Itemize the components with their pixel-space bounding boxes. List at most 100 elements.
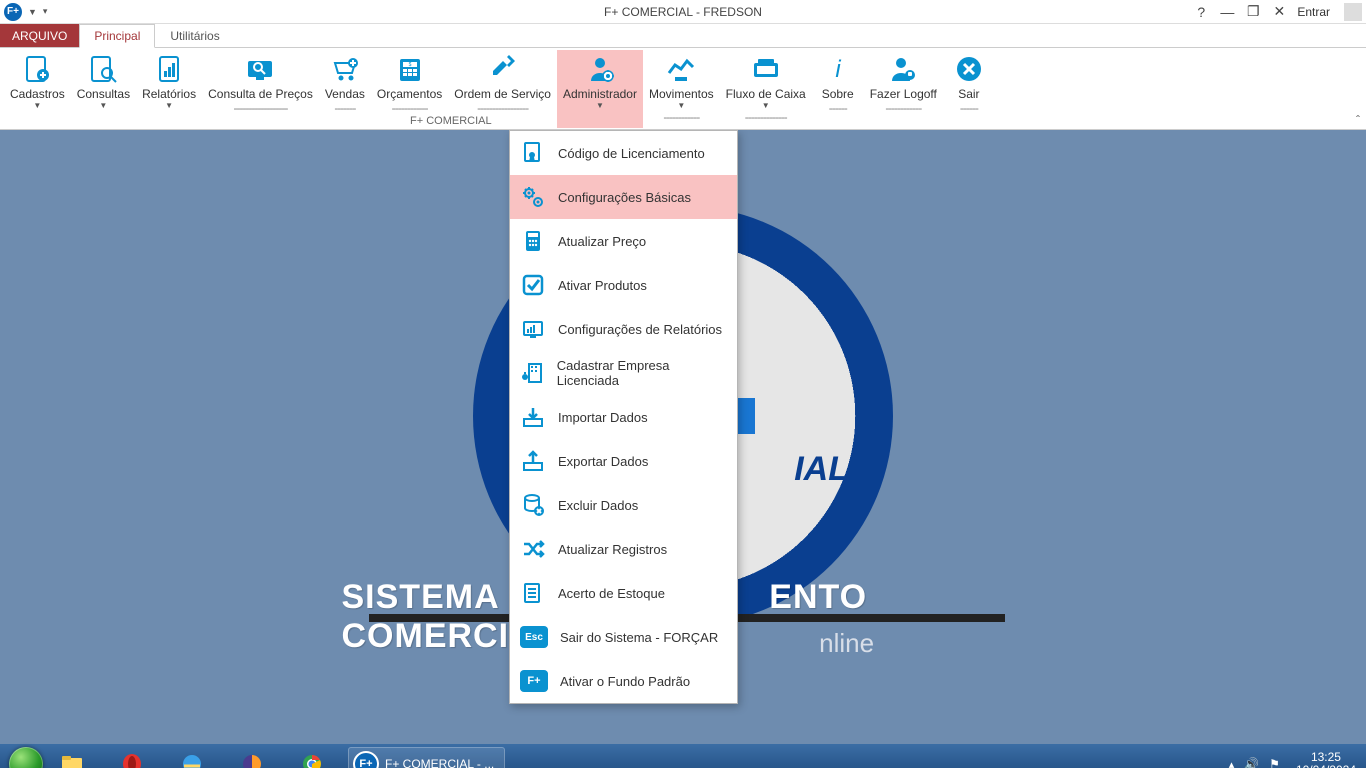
check-icon: [520, 272, 546, 298]
menu-item-ativar-o-fundo-padr-o[interactable]: F+Ativar o Fundo Padrão: [510, 659, 737, 703]
chevron-down-icon: ▼: [677, 101, 685, 110]
ribbon-label: Ordem de Serviço: [454, 88, 551, 101]
export-icon: [520, 448, 546, 474]
cert-icon: [520, 140, 546, 166]
vendas-icon: [325, 52, 365, 86]
menu-item-ativar-produtos[interactable]: Ativar Produtos: [510, 263, 737, 307]
ribbon-label: Vendas: [325, 88, 365, 101]
report-icon: [520, 316, 546, 342]
ribbon-separator: ------------: [392, 101, 428, 115]
tray-date: 10/04/2024: [1296, 764, 1356, 768]
ribbon-label: Administrador: [563, 88, 637, 101]
menu-item-excluir-dados[interactable]: Excluir Dados: [510, 483, 737, 527]
ribbon-label: Consultas: [77, 88, 130, 101]
ribbon-fazer-logoff[interactable]: Fazer Logoff------------: [864, 50, 943, 128]
ribbon-separator: -----------------: [477, 101, 528, 115]
ribbon-vendas[interactable]: Vendas-------: [319, 50, 371, 128]
menu-item-label: Exportar Dados: [558, 454, 648, 469]
tray-overflow-icon[interactable]: ▴: [1229, 758, 1235, 768]
ribbon-movimentos[interactable]: Movimentos▼------------: [643, 50, 720, 128]
taskbar-app-button[interactable]: F+ F+ COMERCIAL - ...: [348, 747, 505, 768]
windows-orb-icon: [9, 747, 43, 768]
shuffle-icon: [520, 536, 546, 562]
ribbon-separator: ------------------: [234, 101, 288, 115]
taskbar-firefox-icon[interactable]: [228, 746, 276, 768]
taskbar-explorer-icon[interactable]: [48, 746, 96, 768]
menu-item-atualizar-pre-o[interactable]: Atualizar Preço: [510, 219, 737, 263]
logo-text-fragment: IAL: [794, 450, 849, 489]
menu-item-configura-es-b-sicas[interactable]: Configurações Básicas: [510, 175, 737, 219]
menu-item-c-digo-de-licenciamento[interactable]: Código de Licenciamento: [510, 131, 737, 175]
tray-clock[interactable]: 13:25 10/04/2024: [1290, 751, 1362, 768]
ribbon-consultas[interactable]: Consultas▼: [71, 50, 136, 128]
sair-icon: [949, 52, 989, 86]
ribbon-label: Orçamentos: [377, 88, 442, 101]
svg-text:i: i: [835, 56, 841, 83]
ribbon-fluxo-de-caixa[interactable]: Fluxo de Caixa▼--------------: [720, 50, 812, 128]
admin-icon: [580, 52, 620, 86]
menu-item-acerto-de-estoque[interactable]: Acerto de Estoque: [510, 571, 737, 615]
menu-item-cadastrar-empresa-licenciada[interactable]: Cadastrar Empresa Licenciada: [510, 351, 737, 395]
taskbar-chrome-icon[interactable]: [288, 746, 336, 768]
taskbar-ie-icon[interactable]: [168, 746, 216, 768]
close-button[interactable]: ✕: [1271, 3, 1287, 20]
tab-utilitarios[interactable]: Utilitários: [155, 24, 234, 47]
tray-volume-icon[interactable]: 🔊: [1244, 757, 1259, 768]
orcamentos-icon: $: [390, 52, 430, 86]
ribbon-separator: ------------: [885, 101, 921, 115]
title-bar: F+ ▼ ▾ F+ COMERCIAL - FREDSON ? — ❐ ✕ En…: [0, 0, 1366, 24]
ribbon-administrador[interactable]: Administrador▼: [557, 50, 643, 128]
company-icon: [520, 360, 545, 386]
ribbon-separator: -------: [334, 101, 355, 115]
sobre-icon: i: [818, 52, 858, 86]
menu-item-configura-es-de-relat-rios[interactable]: Configurações de Relatórios: [510, 307, 737, 351]
chevron-down-icon: ▼: [762, 101, 770, 110]
qat-dropdown-icon-2[interactable]: ▾: [43, 6, 48, 17]
ribbon-separator: ------: [960, 101, 978, 115]
signin-label[interactable]: Entrar: [1297, 5, 1330, 19]
ribbon-sair[interactable]: Sair------: [943, 50, 995, 128]
menu-item-exportar-dados[interactable]: Exportar Dados: [510, 439, 737, 483]
tab-principal[interactable]: Principal: [79, 24, 155, 48]
menu-item-label: Ativar o Fundo Padrão: [560, 674, 690, 689]
ribbon-consulta-de-pre-os[interactable]: Consulta de Preços------------------: [202, 50, 319, 128]
taskbar: F+ F+ COMERCIAL - ... ▴ 🔊 ⚑ 13:25 10/04/…: [0, 744, 1366, 768]
menu-item-label: Sair do Sistema - FORÇAR: [560, 630, 718, 645]
dbdel-icon: [520, 492, 546, 518]
administrador-dropdown: Código de Licenciamento Configurações Bás…: [509, 130, 738, 704]
system-tray: ▴ 🔊 ⚑ 13:25 10/04/2024: [1229, 751, 1362, 768]
avatar-icon[interactable]: [1344, 3, 1362, 21]
ribbon-label: Fluxo de Caixa: [726, 88, 806, 101]
import-icon: [520, 404, 546, 430]
tray-action-center-icon[interactable]: ⚑: [1269, 757, 1280, 768]
menu-item-atualizar-registros[interactable]: Atualizar Registros: [510, 527, 737, 571]
ribbon-label: Movimentos: [649, 88, 714, 101]
menu-item-sair-do-sistema-for-ar[interactable]: EscSair do Sistema - FORÇAR: [510, 615, 737, 659]
workspace: IAL SISTEMA ENTO COMERCIAL nline Código …: [0, 130, 1366, 744]
menu-item-label: Atualizar Preço: [558, 234, 646, 249]
taskbar-app-label: F+ COMERCIAL - ...: [385, 757, 494, 768]
menu-item-importar-dados[interactable]: Importar Dados: [510, 395, 737, 439]
menu-item-label: Configurações de Relatórios: [558, 322, 722, 337]
stock-icon: [520, 580, 546, 606]
ribbon: Cadastros▼Consultas▼Relatórios▼Consulta …: [0, 48, 1366, 130]
calc-icon: [520, 228, 546, 254]
ribbon-collapse-icon[interactable]: ˆ: [1356, 113, 1360, 127]
ribbon-relat-rios[interactable]: Relatórios▼: [136, 50, 202, 128]
ribbon-sobre[interactable]: iSobre------: [812, 50, 864, 128]
taskbar-opera-icon[interactable]: [108, 746, 156, 768]
consultas-icon: [83, 52, 123, 86]
help-button[interactable]: ?: [1193, 4, 1209, 20]
qat-dropdown-icon[interactable]: ▼: [28, 7, 37, 17]
bg-subtitle-right: nline: [819, 628, 874, 658]
start-button[interactable]: [4, 746, 48, 768]
restore-button[interactable]: ❐: [1245, 3, 1261, 20]
svg-text:$: $: [408, 62, 411, 68]
tab-arquivo[interactable]: ARQUIVO: [0, 24, 79, 47]
ribbon-cadastros[interactable]: Cadastros▼: [4, 50, 71, 128]
movimentos-icon: [661, 52, 701, 86]
chevron-down-icon: ▼: [596, 101, 604, 110]
minimize-button[interactable]: —: [1219, 4, 1235, 20]
menu-item-label: Código de Licenciamento: [558, 146, 705, 161]
cadastros-icon: [17, 52, 57, 86]
